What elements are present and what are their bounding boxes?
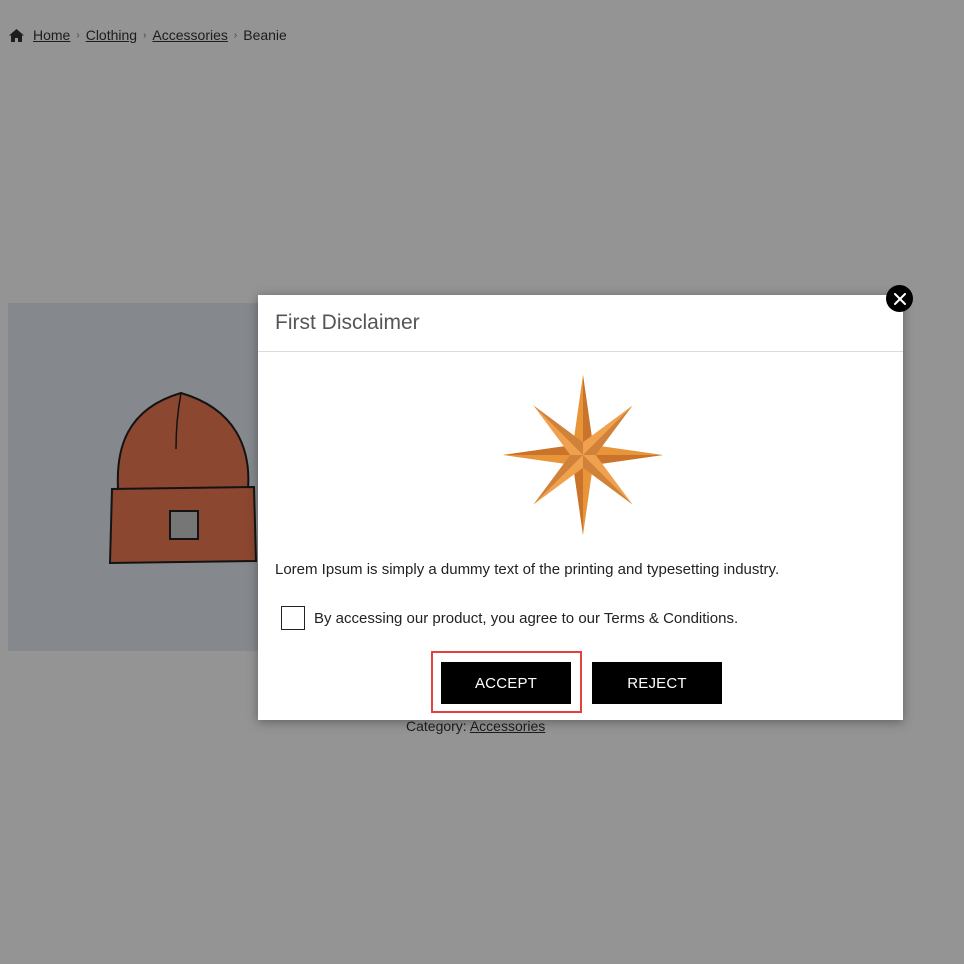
close-icon <box>893 292 906 305</box>
agree-checkbox[interactable] <box>281 606 305 630</box>
disclaimer-text: Lorem Ipsum is simply a dummy text of th… <box>275 561 780 578</box>
modal-title: First Disclaimer <box>275 311 420 334</box>
reject-button[interactable]: REJECT <box>592 662 722 704</box>
agree-label: By accessing our product, you agree to o… <box>314 609 739 627</box>
close-button[interactable] <box>886 285 913 312</box>
disclaimer-modal: First Disclaimer Lorem Ipsum is simply a… <box>258 285 913 720</box>
agree-row: By accessing our product, you agree to o… <box>281 606 738 630</box>
modal-header: First Disclaimer <box>258 295 903 352</box>
star-compass-icon <box>503 375 663 535</box>
accept-button[interactable]: ACCEPT <box>441 662 571 704</box>
